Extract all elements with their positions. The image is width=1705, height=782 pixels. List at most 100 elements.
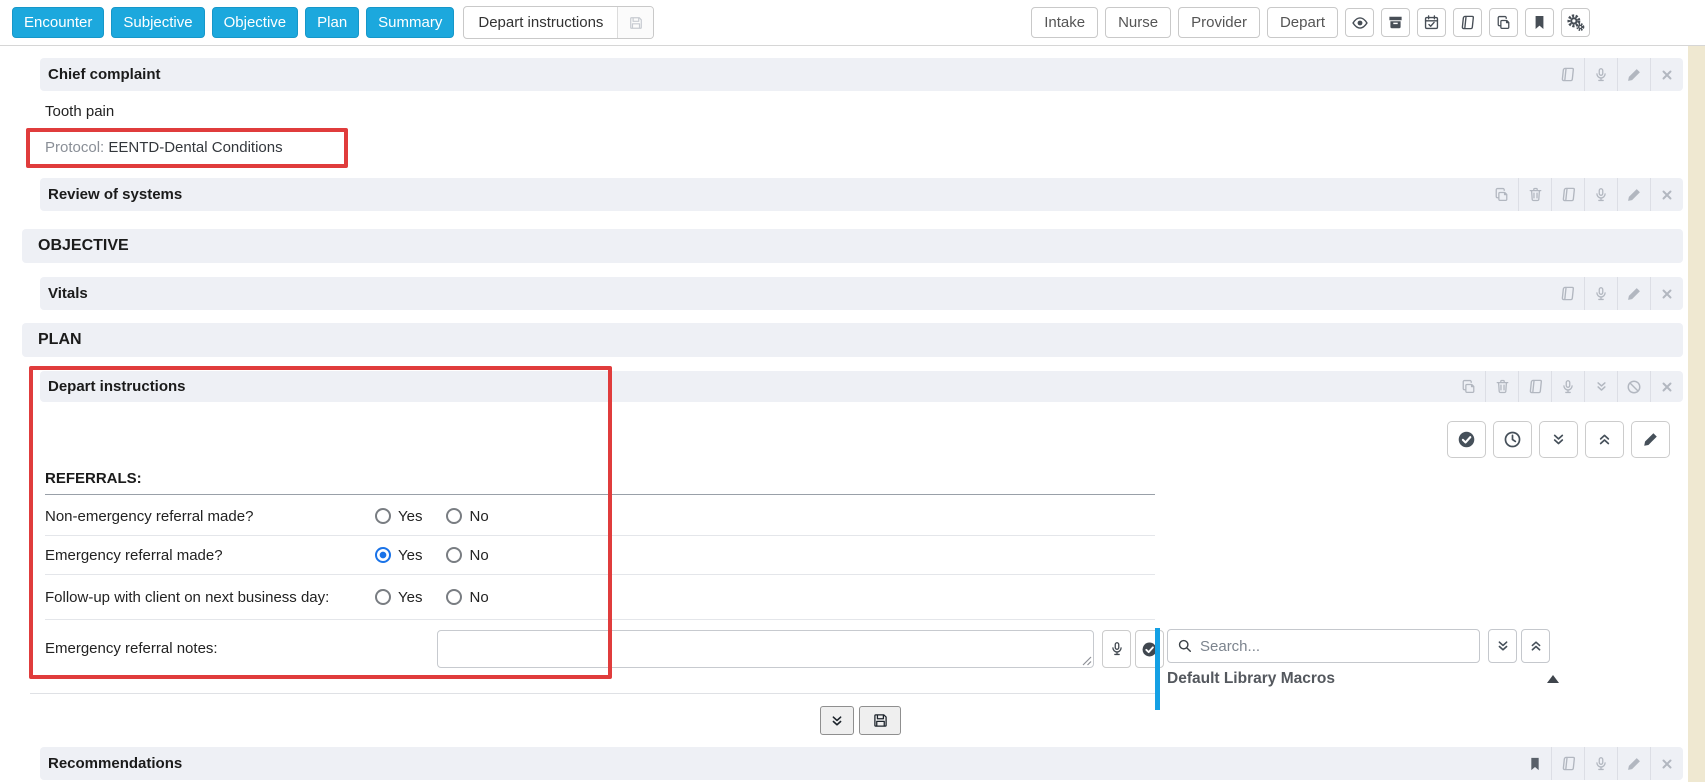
question-label: Emergency referral notes: xyxy=(45,640,218,657)
chevron-double-down-icon[interactable] xyxy=(1488,629,1517,663)
ehr-encounter-page: Encounter Subjective Objective Plan Summ… xyxy=(0,0,1705,782)
search-input[interactable] xyxy=(1200,638,1470,655)
pencil-icon[interactable] xyxy=(1631,421,1670,458)
gears-icon[interactable] xyxy=(1561,8,1590,37)
stage-button-depart[interactable]: Depart xyxy=(1267,7,1338,38)
macros-group-header[interactable]: Default Library Macros xyxy=(1167,665,1559,693)
macros-search[interactable] xyxy=(1167,629,1480,663)
radio-option-yes[interactable]: Yes xyxy=(375,508,422,525)
microphone-icon[interactable] xyxy=(1584,747,1617,780)
pencil-icon[interactable] xyxy=(1617,277,1650,310)
no-radio[interactable] xyxy=(446,547,462,563)
save-icon[interactable] xyxy=(859,706,901,735)
radio-option-yes[interactable]: Yes xyxy=(375,547,422,564)
tab-subjective[interactable]: Subjective xyxy=(111,7,204,38)
microphone-icon[interactable] xyxy=(1584,58,1617,91)
radio-group: Yes No xyxy=(375,547,489,564)
active-note-tab[interactable]: Depart instructions xyxy=(463,6,654,39)
chevron-double-down-icon[interactable] xyxy=(1539,421,1578,458)
category-title: OBJECTIVE xyxy=(38,237,129,255)
yes-radio[interactable] xyxy=(375,508,391,524)
book-icon[interactable] xyxy=(1518,371,1551,402)
protocol-value: EENTD-Dental Conditions xyxy=(108,139,282,156)
radio-label: Yes xyxy=(398,589,422,606)
book-icon[interactable] xyxy=(1551,277,1584,310)
trash-icon[interactable] xyxy=(1485,371,1518,402)
pencil-icon[interactable] xyxy=(1617,178,1650,211)
check-circle-icon[interactable] xyxy=(1447,421,1486,458)
radio-option-yes[interactable]: Yes xyxy=(375,589,422,606)
question-label: Emergency referral made? xyxy=(45,547,223,564)
calendar-check-icon[interactable] xyxy=(1417,8,1446,37)
page-edge-strip xyxy=(1688,46,1705,782)
radio-label: Yes xyxy=(398,547,422,564)
chevron-double-down-icon[interactable] xyxy=(820,706,854,735)
book-icon[interactable] xyxy=(1551,178,1584,211)
chevron-double-down-icon[interactable] xyxy=(1584,371,1617,402)
radio-option-no[interactable]: No xyxy=(446,589,488,606)
section-header-review-of-systems[interactable]: Review of systems xyxy=(40,178,1683,211)
section-header-chief-complaint[interactable]: Chief complaint xyxy=(40,58,1683,91)
book-icon[interactable] xyxy=(1453,8,1482,37)
section-divider xyxy=(30,693,1155,694)
clock-icon[interactable] xyxy=(1493,421,1532,458)
copy-icon[interactable] xyxy=(1485,178,1518,211)
microphone-icon[interactable] xyxy=(1584,277,1617,310)
top-toolbar: Encounter Subjective Objective Plan Summ… xyxy=(0,0,1705,46)
eye-icon[interactable] xyxy=(1345,8,1374,37)
radio-option-no[interactable]: No xyxy=(446,547,488,564)
question-row-non-emergency-referral: Non-emergency referral made? Yes No xyxy=(45,497,1155,536)
save-icon[interactable] xyxy=(617,7,653,38)
triangle-up-icon xyxy=(1547,675,1559,683)
ban-icon[interactable] xyxy=(1617,371,1650,402)
close-icon[interactable] xyxy=(1650,178,1683,211)
no-radio[interactable] xyxy=(446,508,462,524)
microphone-icon[interactable] xyxy=(1584,178,1617,211)
section-header-depart-instructions[interactable]: Depart instructions xyxy=(40,371,1683,402)
close-icon[interactable] xyxy=(1650,277,1683,310)
bookmark-icon[interactable] xyxy=(1518,747,1551,780)
microphone-icon[interactable] xyxy=(1551,371,1584,402)
chevron-double-up-icon[interactable] xyxy=(1585,421,1624,458)
radio-label: No xyxy=(469,589,488,606)
section-header-recommendations[interactable]: Recommendations xyxy=(40,747,1683,780)
copy-icon[interactable] xyxy=(1489,8,1518,37)
microphone-icon[interactable] xyxy=(1102,630,1131,668)
radio-option-no[interactable]: No xyxy=(446,508,488,525)
yes-radio[interactable] xyxy=(375,589,391,605)
referrals-heading: REFERRALS: xyxy=(45,470,1155,495)
yes-radio[interactable] xyxy=(375,547,391,563)
section-header-vitals[interactable]: Vitals xyxy=(40,277,1683,310)
search-icon xyxy=(1177,638,1193,654)
section-actions xyxy=(1551,58,1683,91)
tab-objective[interactable]: Objective xyxy=(212,7,299,38)
stage-button-nurse[interactable]: Nurse xyxy=(1105,7,1171,38)
pencil-icon[interactable] xyxy=(1617,58,1650,91)
trash-icon[interactable] xyxy=(1518,178,1551,211)
book-icon[interactable] xyxy=(1551,58,1584,91)
book-icon[interactable] xyxy=(1551,747,1584,780)
chief-complaint-text: Tooth pain xyxy=(45,103,114,120)
stage-button-provider[interactable]: Provider xyxy=(1178,7,1260,38)
chevron-double-up-icon[interactable] xyxy=(1521,629,1550,663)
pencil-icon[interactable] xyxy=(1617,747,1650,780)
tab-plan[interactable]: Plan xyxy=(305,7,359,38)
question-row-followup: Follow-up with client on next business d… xyxy=(45,575,1155,620)
tab-summary[interactable]: Summary xyxy=(366,7,454,38)
close-icon[interactable] xyxy=(1650,371,1683,402)
section-title: Vitals xyxy=(48,285,88,302)
radio-label: No xyxy=(469,508,488,525)
copy-icon[interactable] xyxy=(1452,371,1485,402)
archive-icon[interactable] xyxy=(1381,8,1410,37)
section-actions xyxy=(1551,277,1683,310)
emergency-referral-notes-input[interactable] xyxy=(437,630,1094,668)
question-label: Follow-up with client on next business d… xyxy=(45,589,329,606)
tab-encounter[interactable]: Encounter xyxy=(12,7,104,38)
stage-button-intake[interactable]: Intake xyxy=(1031,7,1098,38)
close-icon[interactable] xyxy=(1650,747,1683,780)
no-radio[interactable] xyxy=(446,589,462,605)
bookmark-icon[interactable] xyxy=(1525,8,1554,37)
radio-group: Yes No xyxy=(375,508,489,525)
section-title: Chief complaint xyxy=(48,66,161,83)
close-icon[interactable] xyxy=(1650,58,1683,91)
